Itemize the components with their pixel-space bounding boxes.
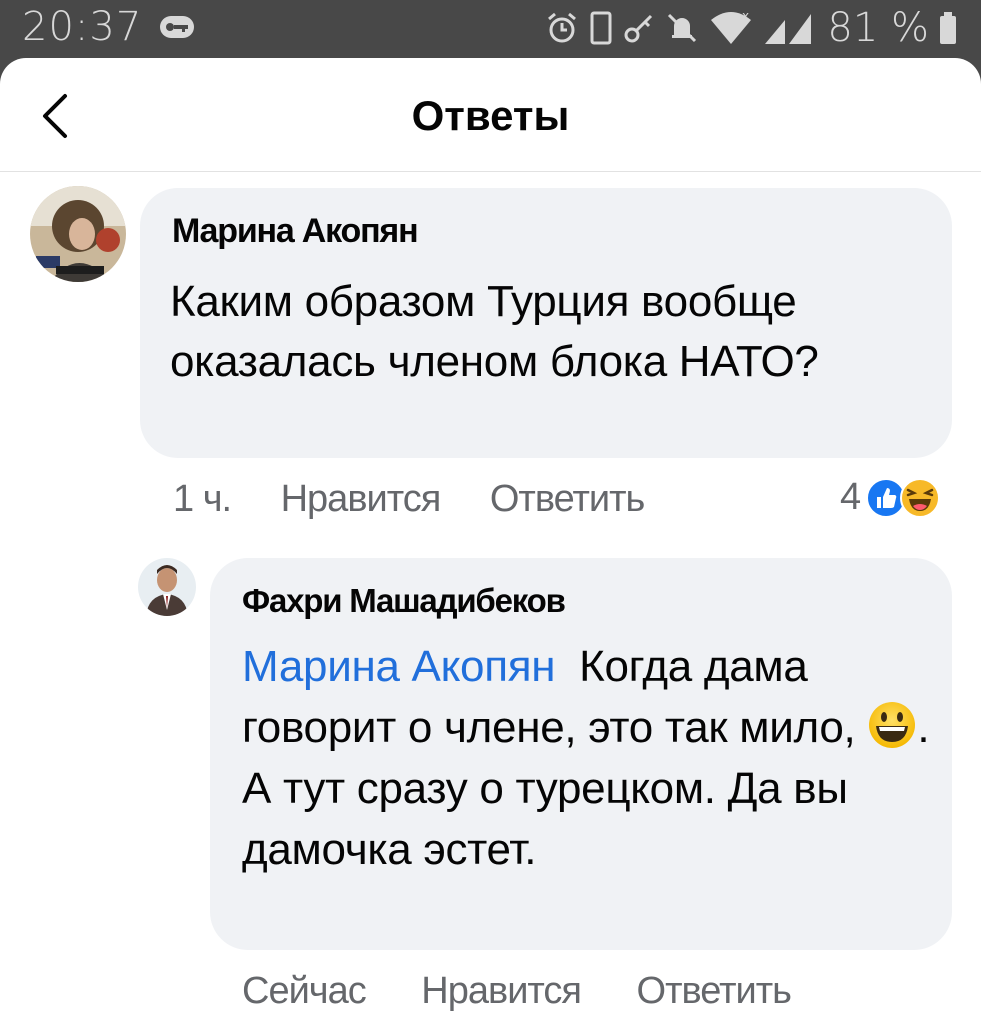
reaction-count: 4 — [840, 476, 862, 518]
comment-actions: 1 ч. Нравится Ответить — [173, 478, 645, 521]
status-icons: x 81 % — [545, 4, 957, 52]
replies-sheet: Ответы Марина Акопян Каким образом Турци… — [0, 58, 981, 1024]
reply-author[interactable]: Фахри Машадибеков — [242, 582, 566, 620]
reply-actions: Сейчас Нравится Ответить — [242, 970, 792, 1013]
status-time: 20:37 — [22, 4, 143, 50]
alarm-icon — [548, 12, 577, 43]
reaction-summary[interactable]: 4 — [840, 476, 941, 519]
status-bar: 20:37 x 81 % — [0, 0, 981, 60]
haha-reaction-icon — [900, 477, 941, 518]
reply-button[interactable]: Ответить — [490, 478, 645, 520]
reply-time[interactable]: Сейчас — [242, 970, 367, 1012]
page-title: Ответы — [411, 92, 570, 139]
replies-header: Ответы — [0, 58, 981, 172]
reply-text: Марина Акопян Когда дама говорит о члене… — [242, 636, 932, 880]
comment-bubble[interactable]: Марина Акопян Каким образом Турция вообщ… — [140, 188, 952, 458]
comment-text: Каким образом Турция вообще оказалась чл… — [170, 277, 819, 386]
vibrate-icon — [590, 11, 612, 45]
avatar[interactable] — [30, 186, 126, 282]
wifi-icon: x — [711, 10, 752, 44]
battery-icon — [940, 12, 956, 44]
svg-text:x: x — [742, 10, 749, 23]
like-button[interactable]: Нравится — [281, 478, 442, 520]
battery-percent: 81 % — [827, 5, 929, 51]
reply-button[interactable]: Ответить — [637, 970, 792, 1012]
key-icon — [158, 12, 196, 42]
grinning-emoji-icon — [869, 702, 916, 748]
signal-icon — [765, 14, 812, 44]
mute-icon — [668, 13, 697, 43]
mention-link[interactable]: Марина Акопян — [242, 642, 556, 691]
comment-author[interactable]: Марина Акопян — [172, 212, 419, 251]
like-button[interactable]: Нравится — [421, 970, 582, 1012]
reply-bubble[interactable]: Фахри Машадибеков Марина Акопян Когда да… — [210, 558, 952, 950]
avatar[interactable] — [138, 558, 196, 616]
comment-time[interactable]: 1 ч. — [173, 478, 232, 520]
vpn-key-icon — [624, 14, 653, 43]
